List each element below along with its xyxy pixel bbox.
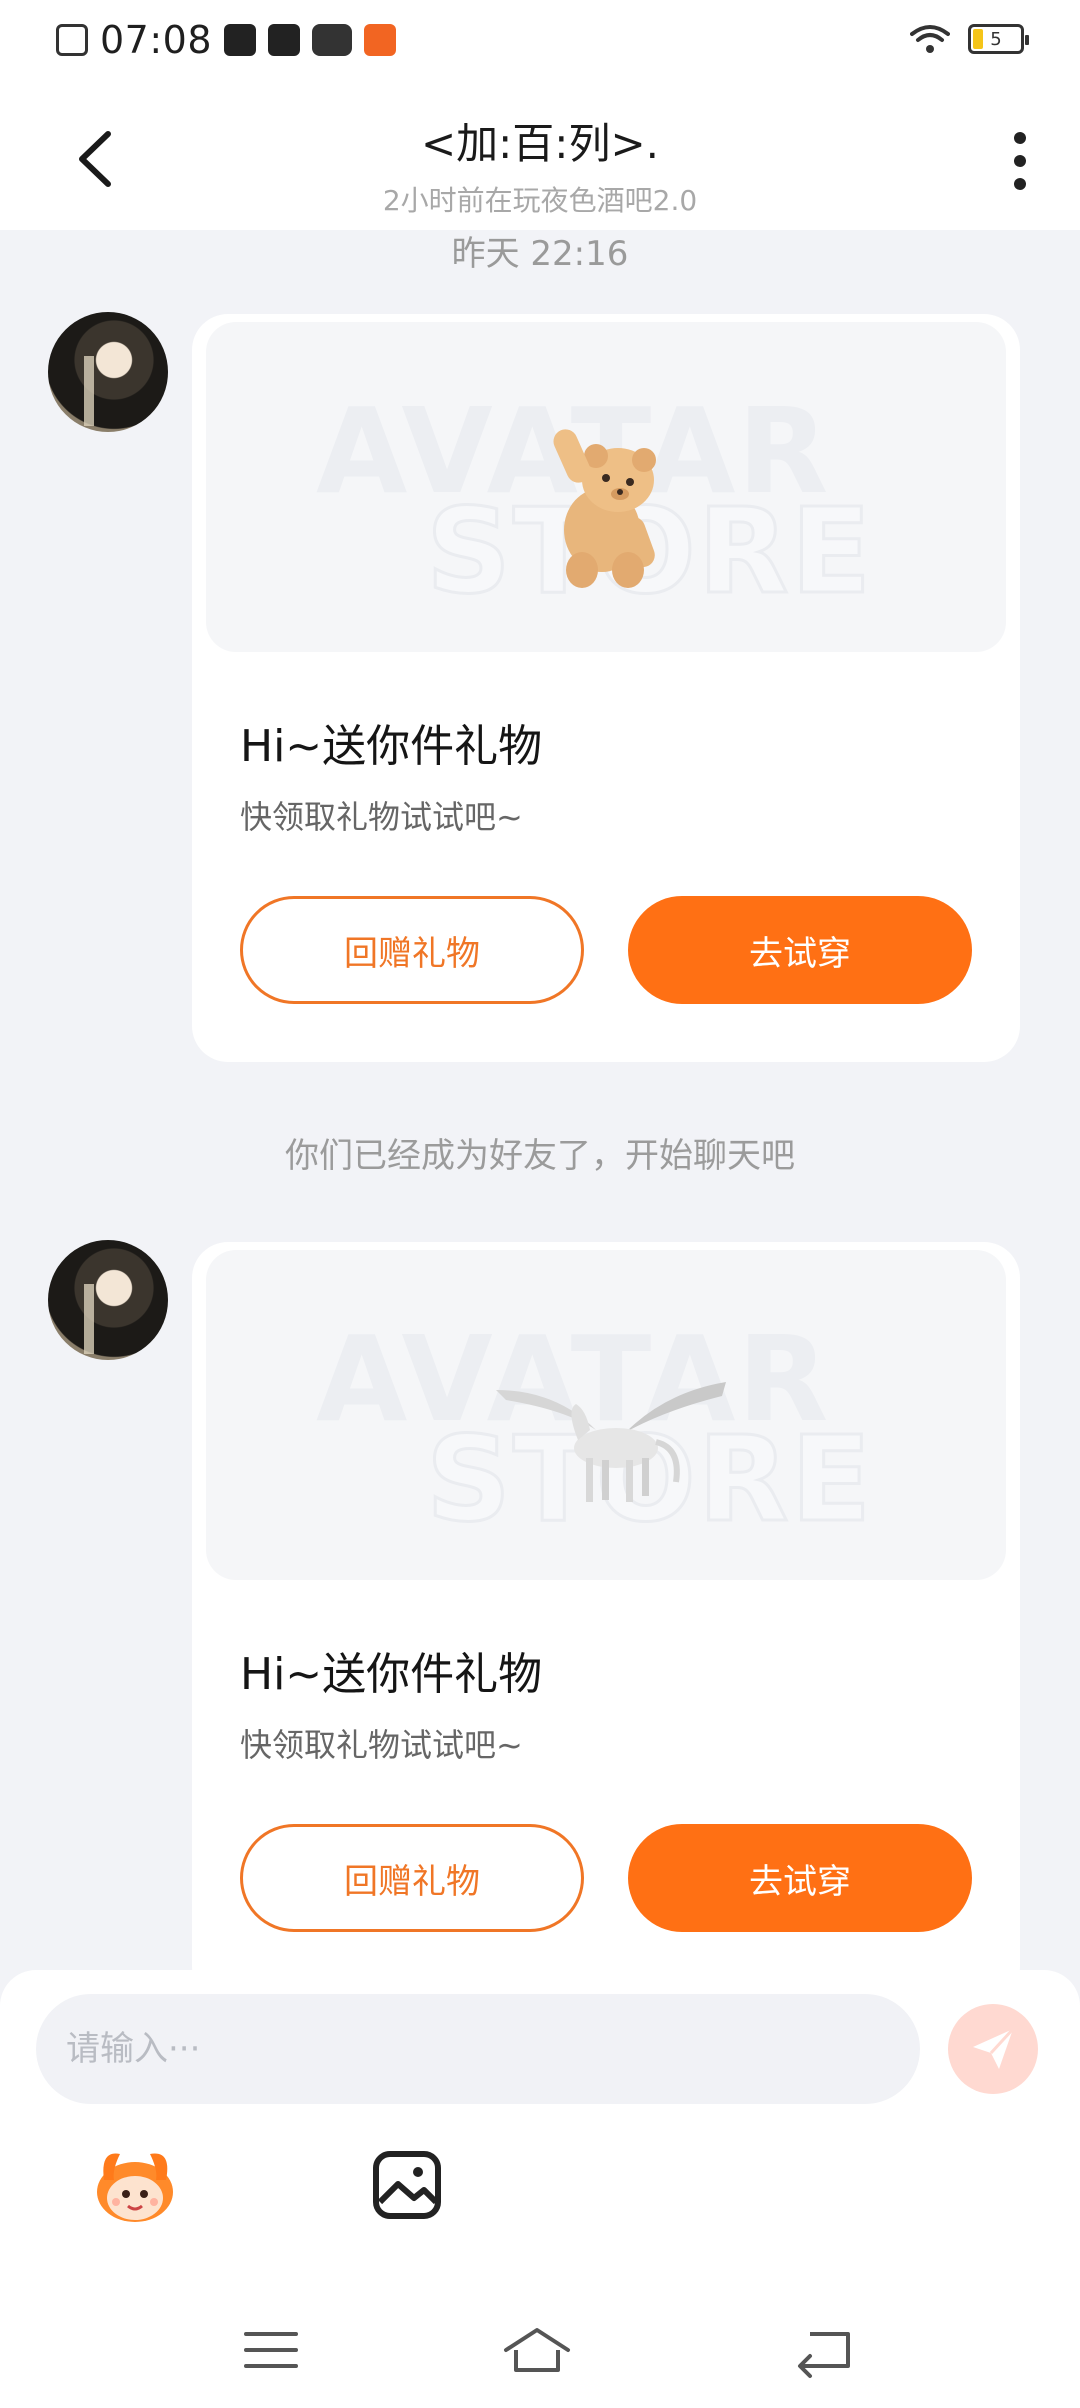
- more-options-button[interactable]: [1000, 126, 1040, 196]
- battery-level: 5: [990, 28, 1002, 50]
- status-time: 07:08: [100, 18, 213, 62]
- sim-card-icon: [56, 24, 88, 56]
- contact-activity: 2小时前在玩夜色酒吧2.0: [382, 184, 698, 217]
- contact-name: <加:百:列>.: [420, 119, 660, 168]
- try-on-button[interactable]: 去试穿: [628, 896, 972, 1004]
- avatar[interactable]: [48, 312, 168, 432]
- chat-screen: 07:08 5 <加:百:列>. 2小时前在玩夜色酒吧2.0 昨天 22:16 …: [0, 0, 1080, 2408]
- pegasus-icon: [496, 1382, 726, 1502]
- system-message: 你们已经成为好友了，开始聊天吧: [285, 1136, 795, 1176]
- title-wrap: <加:百:列>. 2小时前在玩夜色酒吧2.0: [0, 110, 1080, 219]
- orange-app-icon: [364, 24, 397, 56]
- return-gift-button[interactable]: 回赠礼物: [240, 896, 584, 1004]
- teddy-bear-icon: [553, 429, 656, 588]
- status-right: 5: [910, 24, 1029, 54]
- send-icon: [973, 2027, 1015, 2069]
- image-icon[interactable]: [362, 2140, 452, 2230]
- gift-image[interactable]: AVATAR STORE: [206, 1250, 1006, 1580]
- message-input[interactable]: [36, 1994, 920, 2104]
- avatar[interactable]: [48, 1240, 168, 1360]
- send-button[interactable]: [948, 2004, 1038, 2094]
- return-gift-button[interactable]: 回赠礼物: [240, 1824, 584, 1932]
- system-nav-bar: [0, 2300, 1080, 2408]
- gift-card: AVATAR STORE Hi~送你件礼物 快领取礼物试试吧~ 回赠礼物 去试穿: [192, 1242, 1020, 2002]
- wifi-icon: [910, 25, 950, 53]
- gift-subtitle: 快领取礼物试试吧~: [240, 798, 523, 836]
- gift-subtitle: 快领取礼物试试吧~: [240, 1726, 523, 1764]
- dot-icon: [1014, 155, 1026, 167]
- nav-back-icon[interactable]: [790, 2320, 860, 2380]
- gift-card: AVATAR STORE Hi~送你件礼物 快领取礼物试试吧~ 回赠礼物 去试穿: [192, 314, 1020, 1062]
- gift-title: Hi~送你件礼物: [240, 721, 543, 772]
- emoji-sticker-icon[interactable]: [90, 2140, 180, 2230]
- menu-icon[interactable]: [236, 2320, 306, 2380]
- message-timestamp: 昨天 22:16: [451, 234, 629, 274]
- gift-title: Hi~送你件礼物: [240, 1649, 543, 1700]
- vivo-icon: [312, 24, 353, 56]
- dot-icon: [1014, 132, 1026, 144]
- dot-icon: [1014, 178, 1026, 190]
- status-left: 07:08: [56, 18, 397, 62]
- home-icon[interactable]: [502, 2320, 572, 2380]
- battery-icon: 5: [968, 24, 1029, 54]
- video-app-icon: [224, 24, 257, 56]
- status-bar: 07:08 5: [0, 0, 1080, 84]
- app-notification-icon: [268, 24, 301, 56]
- try-on-button[interactable]: 去试穿: [628, 1824, 972, 1932]
- gift-image[interactable]: AVATAR STORE: [206, 322, 1006, 652]
- chat-header: <加:百:列>. 2小时前在玩夜色酒吧2.0: [0, 84, 1080, 230]
